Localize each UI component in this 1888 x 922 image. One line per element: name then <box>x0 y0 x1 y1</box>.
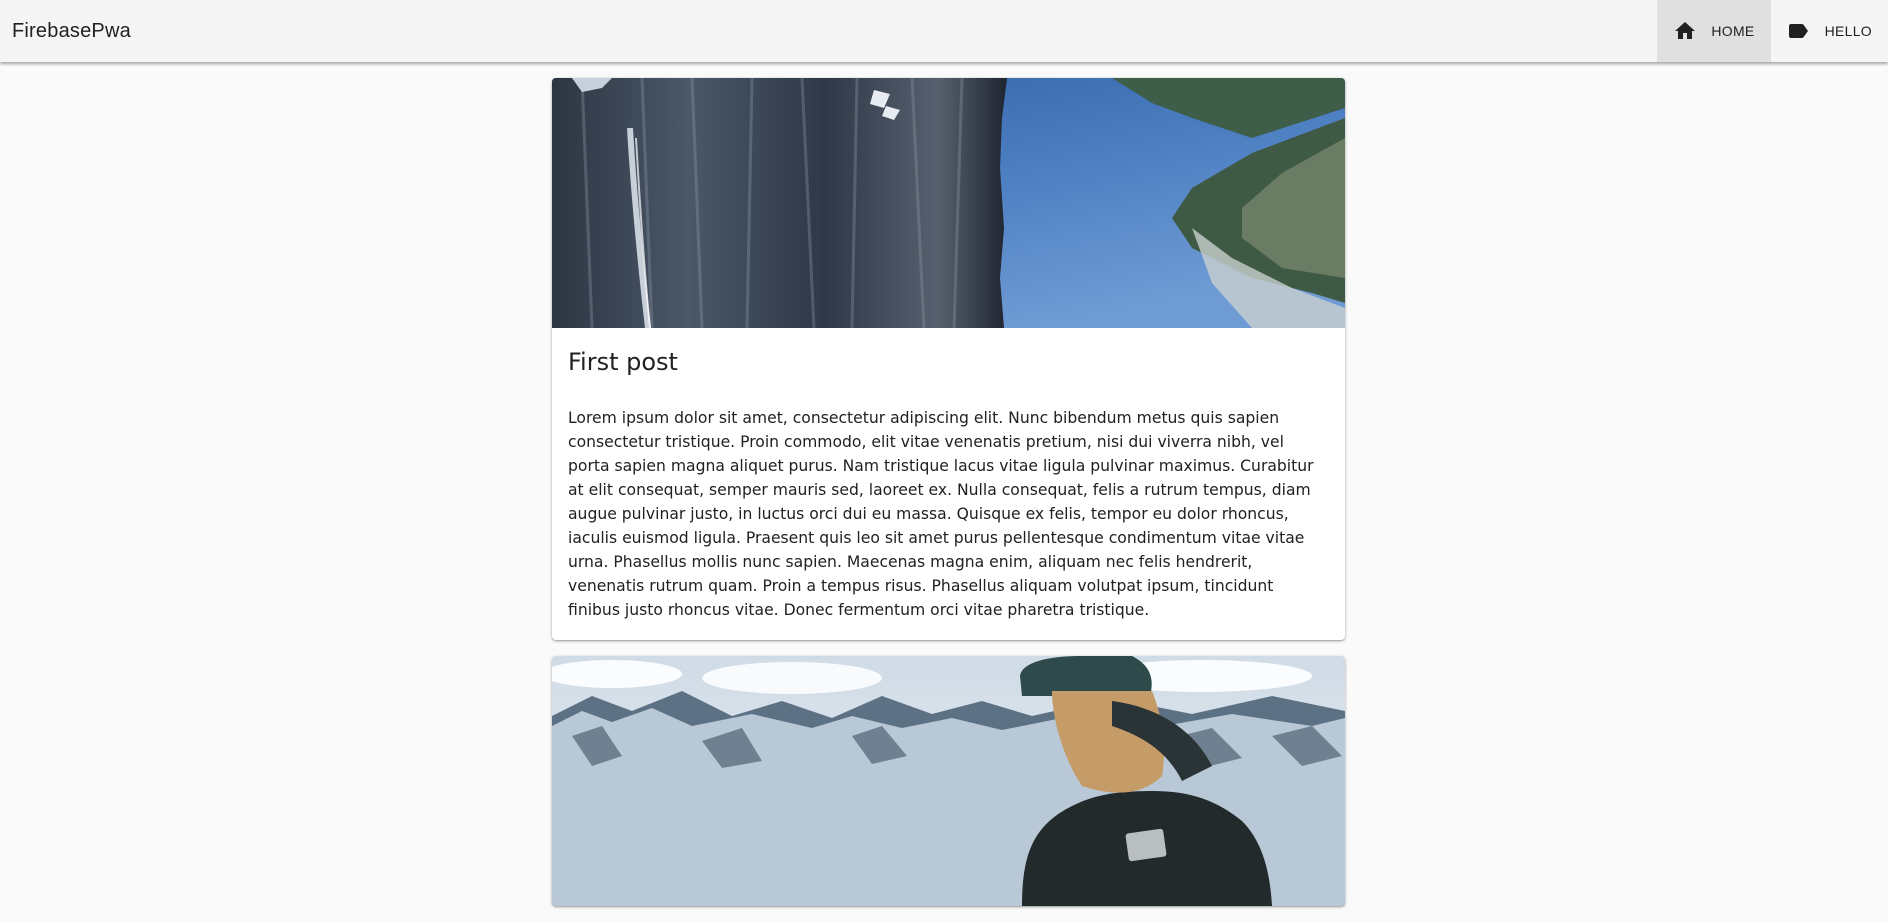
nav-hello-button[interactable]: HELLO <box>1771 0 1888 62</box>
nav-hello-label: HELLO <box>1824 23 1872 39</box>
post-body: First post Lorem ipsum dolor sit amet, c… <box>552 328 1345 640</box>
nav-home-button[interactable]: HOME <box>1657 0 1771 62</box>
post-image-cliff-fjord <box>552 78 1345 328</box>
post-list: First post Lorem ipsum dolor sit amet, c… <box>552 78 1345 922</box>
post-text: Lorem ipsum dolor sit amet, consectetur … <box>568 409 1314 619</box>
nav-home-label: HOME <box>1711 23 1755 39</box>
post-image-mountain-hiker <box>552 656 1345 906</box>
label-icon <box>1787 19 1811 43</box>
post-card <box>552 656 1345 906</box>
post-card: First post Lorem ipsum dolor sit amet, c… <box>552 78 1345 640</box>
home-icon <box>1673 19 1697 43</box>
app-title[interactable]: FirebasePwa <box>0 20 131 43</box>
app-toolbar: FirebasePwa HOME HELLO <box>0 0 1888 62</box>
top-nav: HOME HELLO <box>1657 0 1888 62</box>
post-title: First post <box>568 348 678 376</box>
